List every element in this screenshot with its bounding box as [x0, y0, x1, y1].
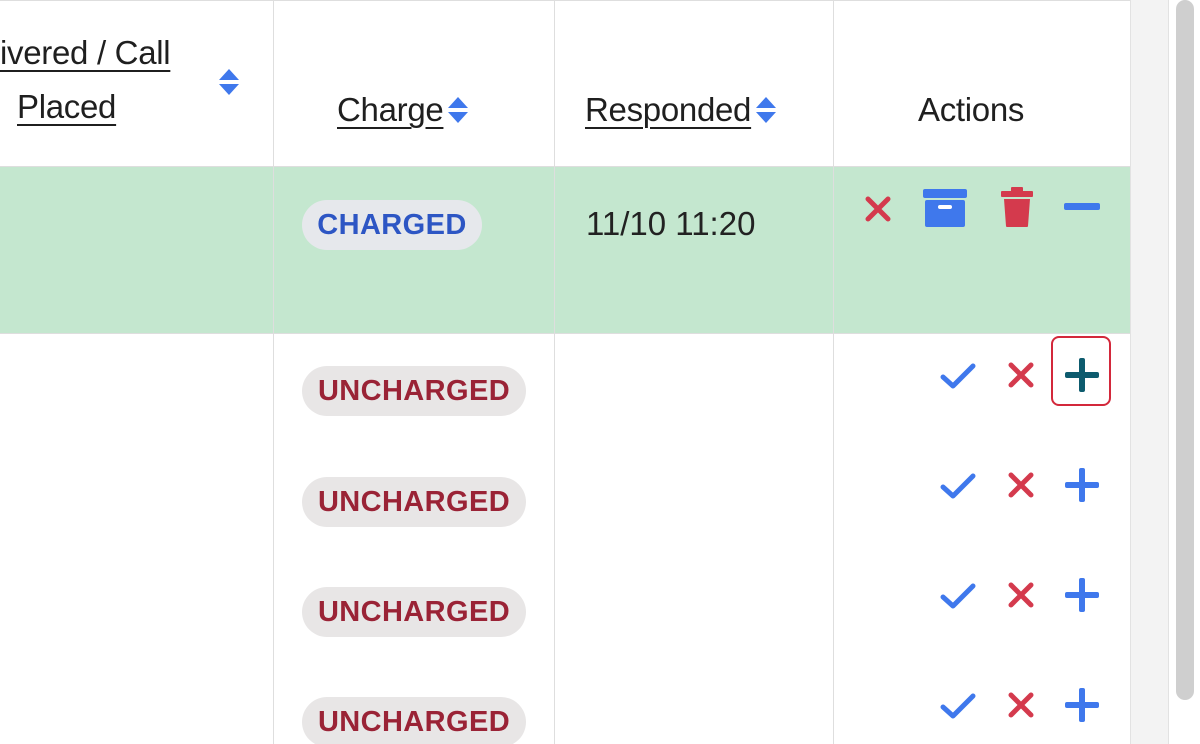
- sort-icon[interactable]: [447, 95, 469, 125]
- close-icon[interactable]: [1007, 581, 1035, 609]
- column-header-delivered[interactable]: ivered / Call Placed: [0, 30, 273, 140]
- plus-icon[interactable]: [1064, 687, 1100, 723]
- focus-ring: [1051, 336, 1111, 406]
- charge-status-badge: UNCHARGED: [302, 697, 526, 744]
- close-icon[interactable]: [864, 195, 892, 223]
- column-header-delivered-line2[interactable]: Placed: [17, 88, 116, 126]
- column-divider: [554, 0, 555, 744]
- sort-icon[interactable]: [218, 67, 240, 97]
- data-table: ivered / Call Placed Charge Responded Ac…: [0, 0, 1130, 744]
- check-icon[interactable]: [940, 692, 976, 720]
- row-divider: [0, 166, 1130, 167]
- check-icon[interactable]: [940, 582, 976, 610]
- plus-icon[interactable]: [1064, 577, 1100, 613]
- charge-status-badge: UNCHARGED: [302, 477, 526, 527]
- minus-icon[interactable]: [1064, 203, 1100, 211]
- row-divider: [0, 333, 1130, 334]
- sort-icon[interactable]: [755, 95, 777, 125]
- responded-time: 11/10 11:20: [586, 205, 756, 242]
- column-header-responded-label[interactable]: Responded: [585, 91, 751, 129]
- column-header-responded[interactable]: Responded: [585, 88, 777, 132]
- close-icon[interactable]: [1007, 691, 1035, 719]
- charge-status-badge: CHARGED: [302, 200, 482, 250]
- column-header-actions: Actions: [918, 88, 1024, 132]
- column-header-charge-label[interactable]: Charge: [337, 91, 444, 129]
- archive-icon[interactable]: [922, 188, 968, 228]
- column-divider: [833, 0, 834, 744]
- check-icon[interactable]: [940, 472, 976, 500]
- close-icon[interactable]: [1007, 471, 1035, 499]
- charge-status-badge: UNCHARGED: [302, 366, 526, 416]
- plus-icon[interactable]: [1064, 467, 1100, 503]
- check-icon[interactable]: [940, 362, 976, 390]
- row-divider: [0, 0, 1130, 1]
- column-header-charge[interactable]: Charge: [337, 88, 469, 132]
- column-divider: [273, 0, 274, 744]
- close-icon[interactable]: [1007, 361, 1035, 389]
- column-header-delivered-line1[interactable]: ivered / Call: [0, 34, 171, 72]
- trash-icon[interactable]: [1000, 186, 1034, 228]
- scroll-gutter: [1130, 0, 1171, 744]
- charge-status-badge: UNCHARGED: [302, 587, 526, 637]
- scrollbar-thumb[interactable]: [1176, 0, 1194, 700]
- column-header-actions-label: Actions: [918, 91, 1025, 128]
